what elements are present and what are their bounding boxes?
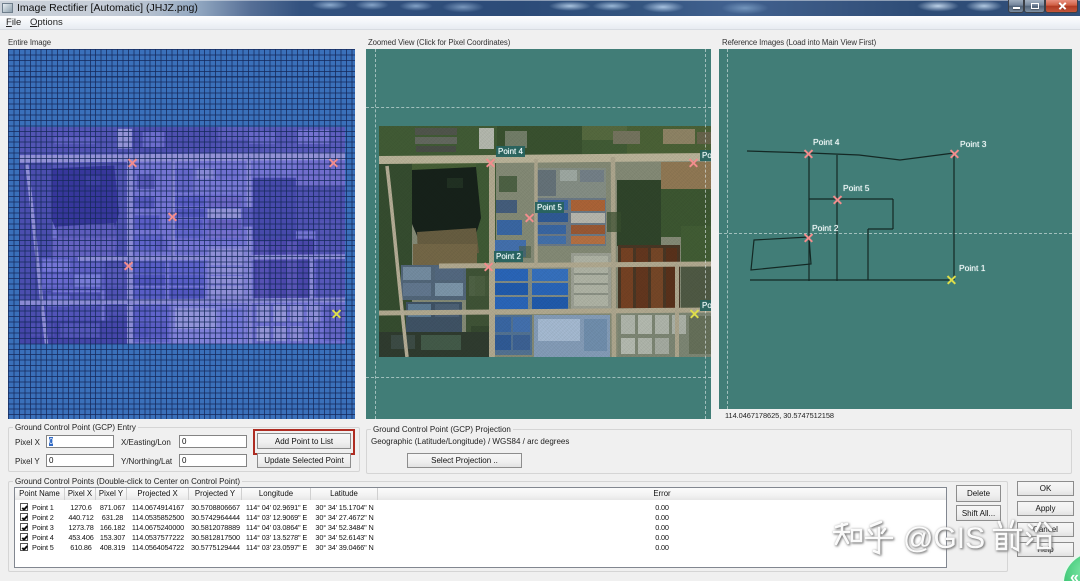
svg-text:@GIS: @GIS xyxy=(903,522,985,555)
